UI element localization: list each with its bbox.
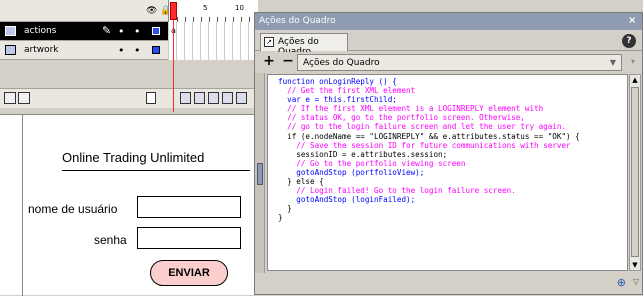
lock-dot-icon[interactable]: •: [134, 25, 141, 38]
code-comment: // Get the first XML element: [278, 86, 416, 96]
outline-color-swatch[interactable]: [152, 46, 160, 54]
onion-outline-icon[interactable]: [208, 92, 219, 104]
code-line: function onLoginReply () {: [278, 77, 397, 86]
playhead-handle[interactable]: [170, 2, 177, 20]
scroll-down-icon[interactable]: ▼: [630, 260, 640, 270]
expand-handle[interactable]: [257, 163, 263, 185]
code-line: gotoAndStop (portfolioView);: [278, 167, 425, 177]
chevron-down-icon[interactable]: ▽: [633, 277, 639, 286]
code-line: }: [278, 204, 292, 214]
frame-cells[interactable]: [168, 41, 258, 60]
window-titlebar[interactable]: Ações do Quadro ×: [255, 13, 642, 30]
code-comment: // go to the login failure screen and le…: [278, 122, 567, 132]
script-editor[interactable]: function onLoginReply () { // Get the fi…: [267, 74, 628, 271]
code-comment: // status OK, go to the portfolio screen…: [278, 113, 525, 123]
username-input[interactable]: [137, 196, 241, 218]
stage: Online Trading Unlimited nome de usuário…: [0, 114, 258, 296]
scroll-thumb[interactable]: [631, 87, 639, 257]
code-comment: // Go to the portfolio viewing screen: [278, 158, 466, 168]
add-action-button[interactable]: +: [261, 54, 277, 70]
code-comment: // Login failed! Go to the login failure…: [278, 186, 516, 196]
code-line: var e = this.firstChild;: [278, 95, 397, 105]
code-line: sessionID = e.attributes.session;: [278, 149, 448, 159]
code-comment: // If the first XML element is a LOGINRE…: [278, 104, 544, 114]
close-icon[interactable]: ×: [628, 15, 640, 27]
layer-name: actions: [24, 26, 57, 36]
edit-multiple-frames-icon[interactable]: [222, 92, 233, 104]
code-line: } else {: [278, 177, 324, 187]
eye-icon[interactable]: 👁: [146, 6, 157, 16]
frame-cells[interactable]: [168, 22, 258, 41]
add-guide-layer-icon[interactable]: [18, 92, 30, 104]
actions-tab-icon: ↗: [264, 37, 274, 47]
ruler-number: 10: [235, 4, 244, 12]
panel-select-label: Ações do Quadro: [303, 58, 380, 68]
code-line: gotoAndStop (loginFailed);: [278, 195, 416, 205]
layer-icon: [5, 45, 16, 55]
help-icon[interactable]: ?: [622, 34, 636, 48]
timeline-header: 👁 🔒 1 5 10: [0, 0, 258, 22]
frame-ruler[interactable]: 1 5 10: [168, 0, 258, 22]
window-title: Ações do Quadro: [259, 16, 336, 26]
center-frame-icon[interactable]: [180, 92, 191, 104]
target-path-icon[interactable]: ⊕: [617, 276, 626, 289]
timeline-panel: 👁 🔒 1 5 10 actions ✎ • • a artwor: [0, 0, 258, 112]
playhead-line: [173, 20, 174, 112]
ruler-number: 5: [203, 4, 208, 12]
visibility-dot-icon[interactable]: •: [118, 25, 125, 38]
playhead[interactable]: [170, 2, 177, 112]
layer-icon: [5, 26, 16, 36]
actions-window: Ações do Quadro × ↗ Ações do Quadro ? + …: [254, 12, 643, 295]
options-menu-icon[interactable]: ▾: [626, 55, 640, 69]
scroll-up-icon[interactable]: ▲: [630, 75, 640, 85]
vertical-scrollbar[interactable]: ▲ ▼: [629, 74, 641, 271]
window-statusbar: ⊕ ▽: [255, 273, 642, 294]
visibility-dot-icon[interactable]: •: [118, 44, 125, 57]
title-underline: [62, 170, 250, 171]
insert-layer-icon[interactable]: [4, 92, 16, 104]
pencil-icon: ✎: [102, 24, 112, 37]
password-input[interactable]: [137, 227, 241, 249]
tab-frame-actions[interactable]: ↗ Ações do Quadro: [260, 33, 348, 57]
remove-action-button[interactable]: −: [280, 54, 296, 70]
outline-color-swatch[interactable]: [152, 27, 160, 35]
layer-row-artwork[interactable]: artwork • •: [0, 41, 258, 60]
lock-dot-icon[interactable]: •: [134, 44, 141, 57]
chevron-down-icon[interactable]: ▼: [607, 56, 619, 69]
actions-list-collapsed: [255, 73, 265, 273]
actions-toolbar: + − Ações do Quadro ▼ ▾: [255, 52, 642, 72]
submit-button[interactable]: ENVIAR: [150, 260, 228, 286]
onion-skin-icon[interactable]: [194, 92, 205, 104]
layer-row-actions[interactable]: actions ✎ • • a: [0, 22, 258, 41]
code-line: if (e.nodeName == "LOGINREPLY" && e.attr…: [278, 131, 580, 141]
code-comment: // Save the session ID for future commun…: [278, 140, 571, 150]
app-title: Online Trading Unlimited: [62, 150, 205, 165]
modify-markers-icon[interactable]: [236, 92, 247, 104]
panel-select[interactable]: Ações do Quadro ▼: [297, 54, 622, 71]
timeline-toolbar: [0, 88, 258, 108]
password-label: senha: [94, 233, 127, 247]
window-tabbar: ↗ Ações do Quadro ?: [255, 30, 642, 57]
code-block: function onLoginReply () { // Get the fi…: [278, 77, 580, 223]
trash-icon[interactable]: [146, 92, 156, 104]
username-label: nome de usuário: [28, 202, 118, 216]
stage-edge: [22, 115, 23, 296]
code-line: }: [278, 213, 283, 223]
layer-name: artwork: [24, 45, 59, 55]
